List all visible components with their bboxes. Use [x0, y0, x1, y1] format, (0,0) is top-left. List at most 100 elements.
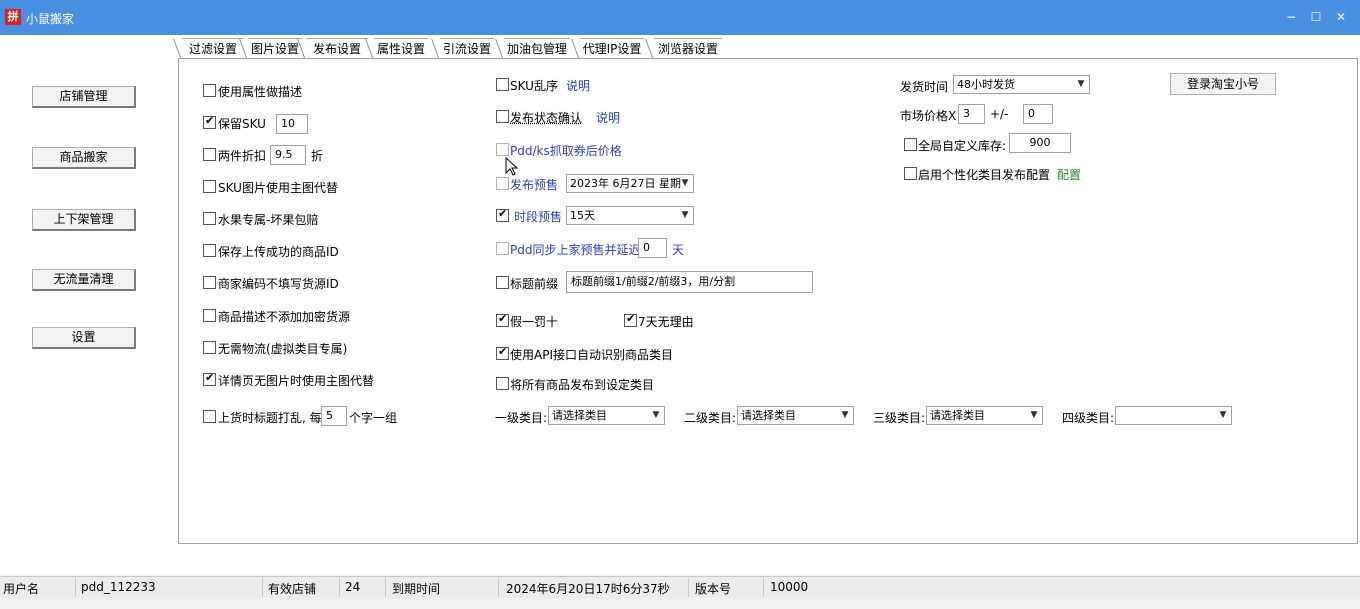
category-4-label: 四级类目:: [1062, 411, 1115, 425]
pdd-sync-suffix: 天: [672, 243, 685, 257]
shuffle-title-checkbox[interactable]: [203, 410, 216, 423]
period-presale-value: 15天: [570, 209, 595, 222]
pdd-sync-input[interactable]: 0: [638, 238, 667, 258]
plus-minus-label: +/-: [990, 107, 1009, 121]
period-presale-select[interactable]: 15天 ▼: [566, 206, 694, 225]
tab-attribute-settings[interactable]: 属性设置: [374, 38, 428, 59]
market-price-input[interactable]: 3: [958, 104, 985, 124]
shuffle-title-label: 上货时标题打乱, 每: [218, 411, 322, 425]
title-prefix-input[interactable]: 标题前缀1/前缀2/前缀3，用/分割: [566, 271, 813, 293]
close-icon[interactable]: ✕: [1328, 8, 1354, 26]
status-divider: [763, 578, 764, 597]
login-taobao-button[interactable]: 登录淘宝小号: [1170, 73, 1276, 95]
save-id-checkbox[interactable]: [203, 244, 216, 257]
keep-sku-checkbox[interactable]: [203, 114, 216, 129]
category-2-label: 二级类目:: [684, 411, 737, 425]
title-prefix-label: 标题前缀: [510, 277, 559, 291]
tab-traffic-settings[interactable]: 引流设置: [440, 38, 494, 59]
seven-days-checkbox[interactable]: [624, 312, 637, 327]
attr-desc-checkbox[interactable]: [203, 84, 216, 97]
custom-category-label: 启用个性化类目发布配置: [918, 168, 1051, 182]
pdd-sync-label: Pdd同步上家预售并延迟: [510, 243, 641, 257]
set-category-checkbox[interactable]: [496, 377, 509, 390]
confirm-status-checkbox[interactable]: [496, 110, 509, 123]
two-piece-suffix: 折: [311, 149, 324, 163]
tab-fuel-pack[interactable]: 加油包管理: [504, 38, 570, 59]
minimize-icon[interactable]: −: [1278, 8, 1304, 26]
ship-time-select[interactable]: 48小时发货 ▼: [953, 75, 1090, 94]
category-1-value: 请选择类目: [552, 409, 607, 422]
title-bar: 拼 小鼠搬家 − ☐ ✕: [0, 0, 1360, 35]
confirm-status-help-link[interactable]: 说明: [596, 109, 620, 126]
title-prefix-checkbox[interactable]: [496, 276, 509, 289]
mouse-cursor-icon: [505, 157, 519, 176]
period-presale-label: 时段预售: [514, 210, 563, 224]
status-divider: [688, 578, 689, 597]
confirm-status-label: 发布状态确认: [510, 111, 583, 125]
category-4-select[interactable]: ▼: [1115, 406, 1232, 425]
category-3-select[interactable]: 请选择类目 ▼: [926, 406, 1043, 425]
pdd-coupon-label: Pdd/ks抓取券后价格: [510, 144, 622, 158]
maximize-icon[interactable]: ☐: [1303, 8, 1329, 26]
sidebar-item-listing-management[interactable]: 上下架管理: [32, 209, 136, 231]
fake-ten-checkbox[interactable]: [496, 312, 509, 327]
category-1-select[interactable]: 请选择类目 ▼: [548, 406, 665, 425]
global-stock-checkbox[interactable]: [904, 138, 917, 151]
pdd-sync-checkbox[interactable]: [496, 242, 509, 255]
sidebar-item-no-traffic-cleanup[interactable]: 无流量清理: [32, 269, 136, 291]
status-divider: [498, 578, 499, 597]
status-version-value: 10000: [770, 580, 809, 594]
detail-main-checkbox[interactable]: [203, 371, 216, 386]
two-piece-input[interactable]: 9.5: [270, 145, 306, 165]
no-logistics-checkbox[interactable]: [203, 341, 216, 354]
tab-filter-settings[interactable]: 过滤设置: [182, 38, 244, 59]
detail-main-label: 详情页无图片时使用主图代替: [218, 374, 375, 388]
fruit-checkbox[interactable]: [203, 212, 216, 225]
keep-sku-input[interactable]: 10: [276, 114, 308, 134]
custom-category-config-link[interactable]: 配置: [1057, 166, 1081, 183]
presale-date-value: 2023年 6月27日 星期: [570, 177, 681, 190]
sku-image-checkbox[interactable]: [203, 180, 216, 193]
tab-image-settings[interactable]: 图片设置: [248, 38, 302, 59]
attr-desc-label: 使用属性做描述: [218, 85, 303, 99]
sidebar-item-settings[interactable]: 设置: [32, 327, 136, 349]
presale-label: 发布预售: [510, 178, 559, 192]
chevron-down-icon: ▼: [841, 410, 849, 420]
shuffle-title-suffix: 个字一组: [349, 411, 398, 425]
seven-days-label: 7天无理由: [638, 315, 694, 329]
category-1-label: 一级类目:: [495, 411, 548, 425]
save-id-label: 保存上传成功的商品ID: [218, 245, 339, 259]
tab-proxy-ip[interactable]: 代理IP设置: [580, 38, 644, 59]
tab-browser-settings[interactable]: 浏览器设置: [654, 38, 722, 59]
api-category-checkbox[interactable]: [496, 345, 509, 360]
period-presale-checkbox[interactable]: [496, 207, 509, 222]
custom-category-checkbox[interactable]: [904, 167, 917, 180]
shuffle-title-input[interactable]: 5: [321, 406, 347, 426]
two-piece-checkbox[interactable]: [203, 148, 216, 161]
sku-shuffle-checkbox[interactable]: [496, 78, 509, 91]
chevron-down-icon: ▼: [652, 410, 660, 420]
category-3-label: 三级类目:: [873, 411, 926, 425]
global-stock-input[interactable]: 900: [1009, 133, 1071, 153]
sku-image-label: SKU图片使用主图代替: [218, 181, 338, 195]
presale-checkbox[interactable]: [496, 177, 509, 190]
two-piece-label: 两件折扣: [218, 149, 267, 163]
app-logo-icon: 拼: [5, 9, 21, 25]
fake-ten-label: 假一罚十: [510, 315, 559, 329]
presale-date-picker[interactable]: 2023年 6月27日 星期 ▼: [566, 174, 694, 193]
sku-shuffle-help-link[interactable]: 说明: [566, 77, 590, 94]
set-category-label: 将所有商品发布到设定类目: [510, 378, 655, 392]
sidebar-item-product-move[interactable]: 商品搬家: [32, 147, 136, 169]
category-2-value: 请选择类目: [741, 409, 796, 422]
status-user-value: pdd_112233: [81, 580, 156, 594]
no-encrypt-checkbox[interactable]: [203, 309, 216, 322]
tab-publish-settings[interactable]: 发布设置: [306, 38, 368, 59]
plus-minus-input[interactable]: 0: [1023, 104, 1053, 124]
status-bar: 用户名 pdd_112233 有效店铺 24 到期时间 2024年6月20日17…: [0, 576, 1360, 598]
merchant-code-checkbox[interactable]: [203, 276, 216, 289]
window-title: 小鼠搬家: [26, 12, 75, 26]
sku-shuffle-label: SKU乱序: [510, 79, 558, 93]
category-2-select[interactable]: 请选择类目 ▼: [737, 406, 854, 425]
sidebar-item-shop-management[interactable]: 店铺管理: [32, 86, 136, 108]
pdd-coupon-checkbox[interactable]: [496, 143, 509, 156]
